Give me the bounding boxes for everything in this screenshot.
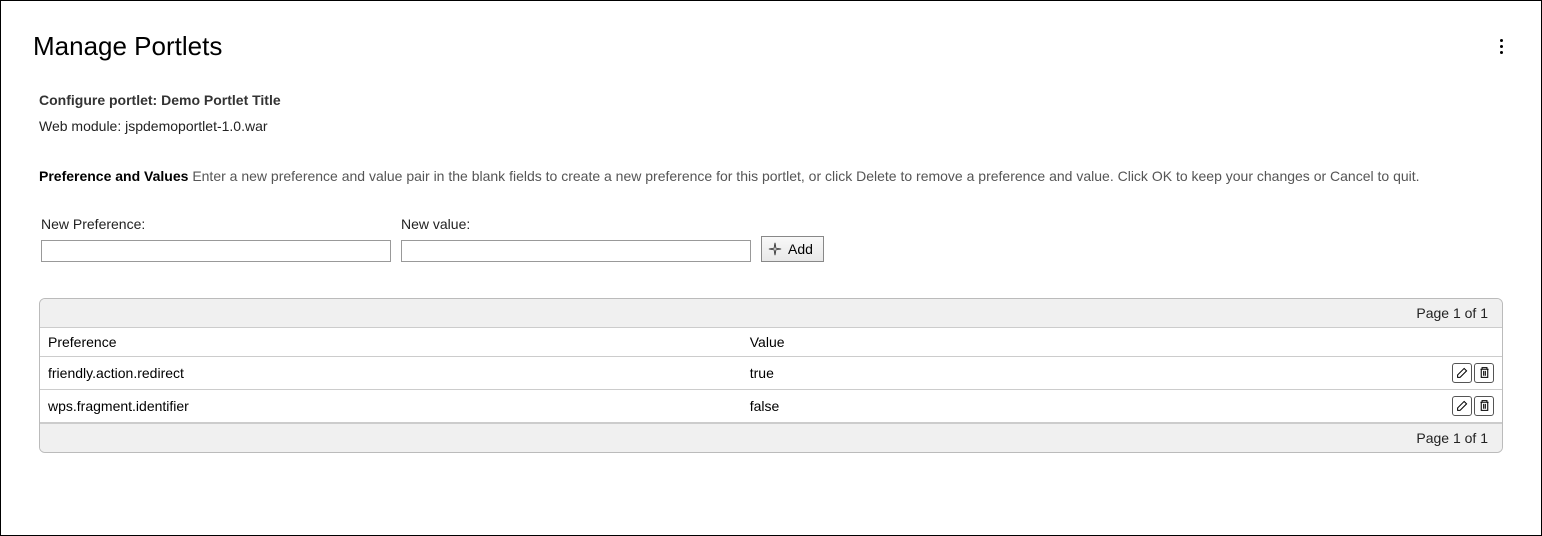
- new-preference-input[interactable]: [41, 240, 391, 262]
- instructions-text: Preference and Values Enter a new prefer…: [39, 166, 1503, 188]
- panel-content: Configure portlet: Demo Portlet Title We…: [33, 92, 1509, 453]
- configure-label-prefix: Configure portlet:: [39, 92, 161, 108]
- instructions-body: Enter a new preference and value pair in…: [192, 168, 1419, 184]
- add-sparkle-icon: [768, 242, 782, 256]
- web-module-value: jspdemoportlet-1.0.war: [125, 118, 267, 134]
- new-value-field: New value:: [401, 216, 751, 262]
- new-preference-form: New Preference: New value: Add: [39, 216, 1503, 262]
- pager-bottom: Page 1 of 1: [40, 423, 1502, 452]
- actions-cell: [1432, 356, 1502, 389]
- add-button[interactable]: Add: [761, 236, 824, 262]
- table-row: wps.fragment.identifierfalse: [40, 389, 1502, 422]
- col-header-actions: [1432, 328, 1502, 357]
- delete-button[interactable]: [1474, 396, 1494, 416]
- web-module-prefix: Web module:: [39, 118, 125, 134]
- trash-icon: [1478, 399, 1491, 412]
- pencil-icon: [1456, 366, 1469, 379]
- configure-portlet-heading: Configure portlet: Demo Portlet Title: [39, 92, 1503, 108]
- instructions-heading: Preference and Values: [39, 168, 188, 184]
- new-value-label: New value:: [401, 216, 751, 232]
- actions-cell: [1432, 389, 1502, 422]
- value-cell: true: [742, 356, 1432, 389]
- panel-header: Manage Portlets: [33, 31, 1509, 62]
- pref-cell: friendly.action.redirect: [40, 356, 742, 389]
- table-row: friendly.action.redirecttrue: [40, 356, 1502, 389]
- preferences-table: Preference Value friendly.action.redirec…: [40, 328, 1502, 423]
- pref-cell: wps.fragment.identifier: [40, 389, 742, 422]
- new-preference-label: New Preference:: [41, 216, 391, 232]
- web-module-line: Web module: jspdemoportlet-1.0.war: [39, 118, 1503, 134]
- edit-button[interactable]: [1452, 396, 1472, 416]
- col-header-value: Value: [742, 328, 1432, 357]
- configure-portlet-title: Demo Portlet Title: [161, 92, 281, 108]
- more-actions-menu[interactable]: [1494, 33, 1509, 60]
- edit-button[interactable]: [1452, 363, 1472, 383]
- manage-portlets-panel: Manage Portlets Configure portlet: Demo …: [0, 0, 1542, 536]
- new-value-input[interactable]: [401, 240, 751, 262]
- col-header-preference: Preference: [40, 328, 742, 357]
- value-cell: false: [742, 389, 1432, 422]
- add-button-label: Add: [788, 241, 813, 257]
- preferences-table-container: Page 1 of 1 Preference Value friendly.ac…: [39, 298, 1503, 453]
- pager-top: Page 1 of 1: [40, 299, 1502, 328]
- delete-button[interactable]: [1474, 363, 1494, 383]
- pencil-icon: [1456, 399, 1469, 412]
- page-title: Manage Portlets: [33, 31, 222, 62]
- trash-icon: [1478, 366, 1491, 379]
- new-preference-field: New Preference:: [41, 216, 391, 262]
- table-header-row: Preference Value: [40, 328, 1502, 357]
